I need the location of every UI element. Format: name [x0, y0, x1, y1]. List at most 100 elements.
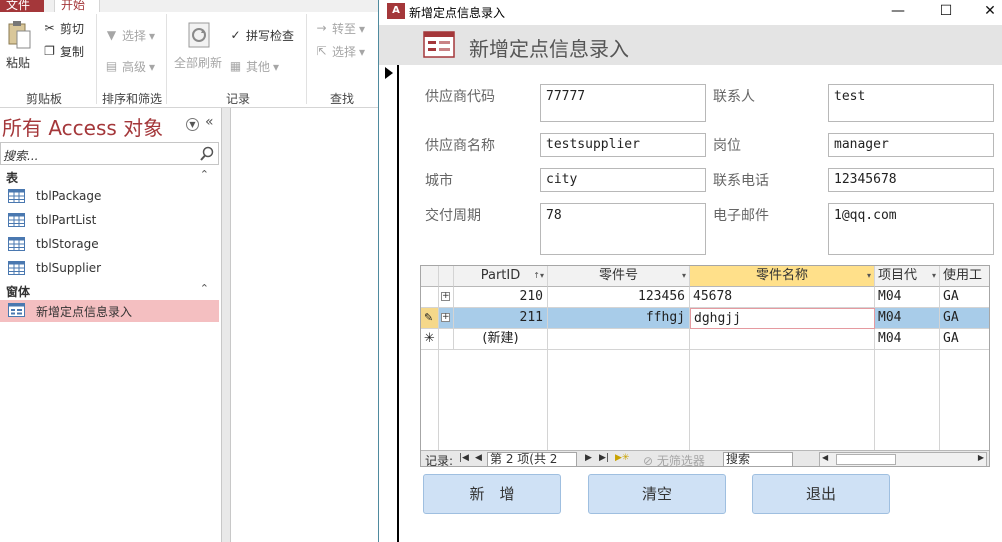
- contact-field[interactable]: test: [828, 84, 994, 122]
- supplier-code-field[interactable]: 77777: [540, 84, 706, 122]
- no-filter-label: 无筛选器: [656, 454, 705, 467]
- clipboard-group-label: 剪贴板: [25, 92, 62, 106]
- copy-button[interactable]: ❐ 复制: [42, 43, 84, 60]
- row-selector[interactable]: [421, 287, 439, 308]
- delivery-cycle-field[interactable]: 78: [540, 203, 706, 255]
- dropdown-arrow-icon[interactable]: ▾: [682, 266, 686, 286]
- nav-collapse-button[interactable]: «: [205, 114, 214, 130]
- cut-button[interactable]: ✂ 剪切: [42, 20, 84, 37]
- nav-item-tblstorage[interactable]: tblStorage: [0, 234, 219, 256]
- nav-group-forms[interactable]: 窗体 ⌃: [0, 282, 219, 300]
- nav-item-tblpackage[interactable]: tblPackage: [0, 186, 219, 208]
- ribbon-separator: [96, 14, 97, 104]
- city-field[interactable]: city: [540, 168, 706, 192]
- ribbon-separator: [166, 14, 167, 104]
- nav-title[interactable]: 所有 Access 对象: [2, 112, 163, 141]
- nav-group-label: 窗体: [6, 285, 31, 299]
- dropdown-arrow-icon[interactable]: ▾: [932, 266, 936, 286]
- first-record-icon[interactable]: |◀: [459, 453, 469, 463]
- tab-file[interactable]: 文件: [0, 0, 44, 12]
- horizontal-scrollbar[interactable]: ◀ ▶: [819, 452, 987, 466]
- row-selector[interactable]: ✳: [421, 329, 439, 350]
- paste-icon: [8, 21, 31, 49]
- nav-item-tblpartlist[interactable]: tblPartList: [0, 210, 219, 232]
- cell-partid[interactable]: 210: [454, 287, 548, 308]
- phone-field[interactable]: 12345678: [828, 168, 994, 192]
- expand-plus-icon[interactable]: +: [441, 292, 450, 301]
- grid-icon: ▦: [229, 59, 242, 73]
- subform-search-input[interactable]: 搜索: [723, 452, 793, 466]
- last-record-icon[interactable]: ▶|: [599, 453, 609, 463]
- sort-ascending-icon[interactable]: ↑▾: [533, 266, 544, 286]
- record-selector[interactable]: [379, 65, 399, 542]
- email-field[interactable]: 1@qq.com: [828, 203, 994, 255]
- other-button[interactable]: ▦ 其他 ▾: [228, 58, 279, 75]
- cut-label: 剪切: [60, 22, 85, 36]
- close-button[interactable]: ✕: [979, 1, 1001, 21]
- cell-usage[interactable]: GA: [940, 287, 989, 308]
- nav-item-label: tblStorage: [36, 237, 99, 251]
- scroll-right-icon[interactable]: ▶: [978, 453, 984, 462]
- cell-part-name[interactable]: 45678: [690, 287, 875, 308]
- selection-filter-button[interactable]: ▼ 选择 ▾: [104, 27, 155, 44]
- minimize-button[interactable]: —: [887, 1, 909, 21]
- minimize-icon: —: [891, 3, 905, 19]
- scroll-left-icon[interactable]: ◀: [822, 453, 828, 462]
- maximize-button[interactable]: ☐: [935, 1, 957, 21]
- scrollbar-thumb[interactable]: [836, 454, 896, 465]
- advanced-filter-button[interactable]: ▤ 高级 ▾: [104, 58, 155, 75]
- dropdown-arrow-icon[interactable]: ▾: [867, 266, 871, 286]
- window-titlebar[interactable]: A 新增定点信息录入 — ☐ ✕: [379, 0, 1002, 24]
- cell-usage[interactable]: GA: [940, 308, 989, 329]
- nav-item-form-entry[interactable]: 新增定点信息录入: [0, 300, 219, 322]
- find-select-button[interactable]: ⇱ 选择 ▾: [314, 43, 365, 60]
- column-header-part-no[interactable]: 零件号 ▾: [548, 266, 690, 287]
- select-all-corner[interactable]: [421, 266, 439, 287]
- cell-part-no[interactable]: ffhgj: [548, 308, 690, 329]
- nav-search-input[interactable]: 搜索...: [0, 142, 219, 165]
- next-record-icon[interactable]: ▶: [585, 453, 592, 463]
- spell-check-button[interactable]: ✓ 拼写检查: [228, 27, 294, 44]
- search-icon[interactable]: [199, 145, 216, 162]
- nav-group-label: 表: [6, 171, 19, 185]
- column-header-partid[interactable]: PartID ↑▾: [454, 266, 548, 287]
- column-header-label: 项目代: [878, 268, 918, 283]
- expand-plus-icon[interactable]: +: [441, 313, 450, 322]
- row-selector-column: [421, 350, 439, 450]
- cell-partid[interactable]: (新建): [454, 329, 548, 350]
- cell-project[interactable]: M04: [875, 308, 940, 329]
- exit-button[interactable]: 退出: [752, 474, 890, 514]
- previous-record-icon[interactable]: ◀: [475, 453, 482, 463]
- column-header-project[interactable]: 项目代 ▾: [875, 266, 940, 287]
- cell-part-no[interactable]: 123456: [548, 287, 690, 308]
- supplier-code-label: 供应商代码: [425, 89, 495, 105]
- nav-item-tblsupplier[interactable]: tblSupplier: [0, 258, 219, 280]
- cell-partid[interactable]: 211: [454, 308, 548, 329]
- cell-usage[interactable]: GA: [940, 329, 989, 350]
- column-header-label: 使用工: [943, 268, 983, 283]
- current-record-box[interactable]: 第 2 项(共 2 项): [487, 452, 577, 466]
- double-chevron-left-icon: «: [205, 114, 214, 130]
- column-header-part-name[interactable]: 零件名称 ▾: [690, 266, 875, 287]
- nav-item-label: 新增定点信息录入: [36, 305, 133, 319]
- paste-label: 粘贴: [6, 56, 31, 70]
- cell-project[interactable]: M04: [875, 287, 940, 308]
- clear-button[interactable]: 清空: [588, 474, 726, 514]
- supplier-name-field[interactable]: testsupplier: [540, 133, 706, 157]
- add-button[interactable]: 新 增: [423, 474, 561, 514]
- splitter[interactable]: [222, 108, 230, 542]
- row-selector[interactable]: ✎: [421, 308, 439, 329]
- cell-part-name-editing[interactable]: dghgjj: [690, 308, 875, 329]
- tab-home[interactable]: 开始: [54, 0, 100, 12]
- nav-group-tables[interactable]: 表 ⌃: [0, 168, 219, 186]
- goto-button[interactable]: → 转至 ▾: [314, 20, 365, 37]
- cell-part-no[interactable]: [548, 329, 690, 350]
- column-header-usage[interactable]: 使用工: [940, 266, 989, 287]
- no-filter-button[interactable]: ⊘ 无筛选器: [643, 452, 705, 467]
- cell-project[interactable]: M04: [875, 329, 940, 350]
- new-record-icon[interactable]: ▶✳: [615, 453, 629, 463]
- chevron-down-icon: ▾: [149, 28, 156, 43]
- cell-part-name[interactable]: [690, 329, 875, 350]
- nav-menu-button[interactable]: ▼: [186, 118, 199, 131]
- position-field[interactable]: manager: [828, 133, 994, 157]
